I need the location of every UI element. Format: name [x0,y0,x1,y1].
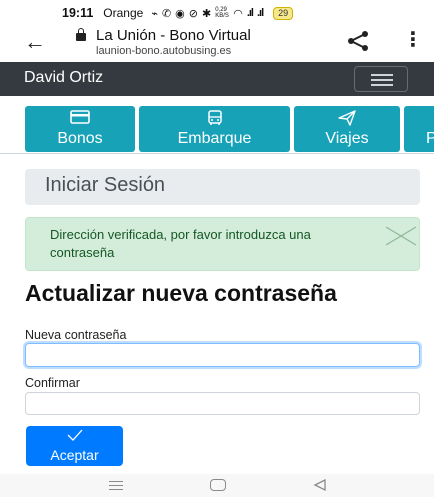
battery-icon: 29 [273,6,294,20]
browser-toolbar: ← La Unión - Bono Virtual launion-bono.a… [0,26,434,60]
navbar-toggle-button[interactable] [354,66,408,92]
brand-user-name[interactable]: David Ortiz [24,69,103,87]
tab-viajes[interactable]: Viajes [294,106,400,152]
check-icon [67,429,82,441]
tab-label: Bonos [57,130,103,147]
share-icon[interactable] [346,30,370,52]
alert-message: Dirección verificada, por favor introduz… [50,227,311,260]
lock-icon [76,28,86,42]
tab-label: P [426,130,434,147]
divider [0,153,434,154]
signal-icon: .ıl [256,7,264,19]
confirm-password-input[interactable] [25,392,420,415]
tab-label: Viajes [325,130,369,147]
bluetooth-icon: ✱ [201,7,212,20]
quick-nav-tabs: Bonos Embarque Viajes P [0,106,434,152]
status-bar: 19:11 Orange ⌁ ✆ ◉ ⊘ ✱ 0,29 KB/S ◠ .ıl .… [0,0,434,26]
browser-page-title[interactable]: La Unión - Bono Virtual [96,27,251,44]
card-icon [70,110,90,124]
wifi-icon: ◠ [233,7,243,20]
tab-embarque[interactable]: Embarque [139,106,290,152]
tab-partial[interactable]: P [404,106,434,152]
tab-bonos[interactable]: Bonos [25,106,135,152]
data-speed-icon: 0,29 KB/S [215,7,229,19]
new-password-label: Nueva contraseña [25,328,127,342]
android-nav-bar [0,474,434,497]
browser-url[interactable]: launion-bono.autobusing.es [96,45,231,57]
whatsapp-icon: ✆ [161,7,172,20]
cast-icon: ⌁ [151,7,158,20]
status-icons: ⌁ ✆ ◉ ⊘ ✱ 0,29 KB/S ◠ .ıl .ıl 29 [151,6,294,20]
close-icon[interactable] [384,225,418,247]
back-arrow-icon[interactable]: ← [24,30,46,54]
app-navbar: David Ortiz [0,62,434,96]
do-not-disturb-icon: ⊘ [188,7,198,20]
login-header-title: Iniciar Sesión [45,174,166,196]
more-options-icon[interactable]: ⋮ [403,30,423,50]
home-icon[interactable] [210,479,226,491]
accept-button[interactable]: Aceptar [26,426,123,466]
status-carrier: Orange [103,6,144,20]
accept-button-label: Aceptar [50,447,99,463]
login-header: Iniciar Sesión [25,169,420,205]
whatsapp-business-icon: ◉ [175,7,185,20]
new-password-input[interactable] [25,343,420,367]
back-nav-icon[interactable] [313,478,327,492]
recents-icon[interactable] [109,479,123,491]
send-icon [338,110,356,126]
form-title: Actualizar nueva contraseña [25,280,337,306]
confirm-password-label: Confirmar [25,376,80,390]
signal-icon: .ıl [246,7,254,19]
success-alert: Dirección verificada, por favor introduz… [25,217,420,271]
tab-label: Embarque [177,130,252,147]
status-time: 19:11 [62,6,94,20]
bus-icon [207,110,222,125]
hamburger-icon [371,74,393,76]
